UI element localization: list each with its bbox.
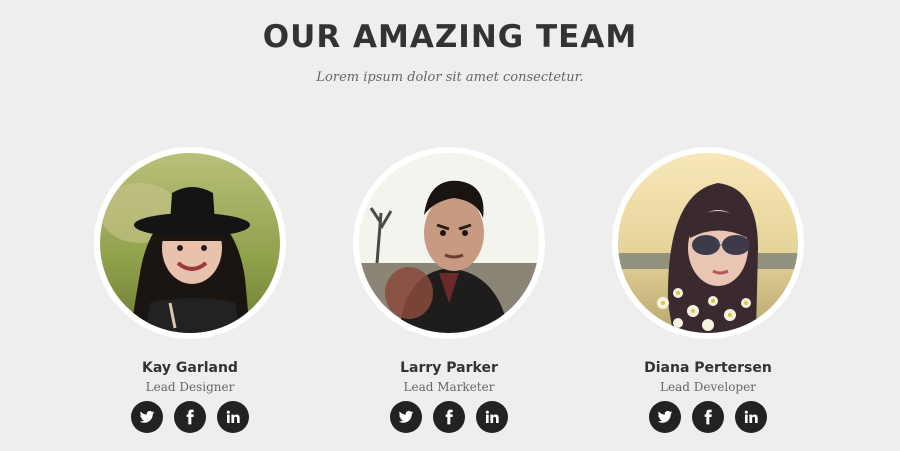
portrait-woman-black-hat-icon bbox=[100, 153, 280, 333]
facebook-button[interactable] bbox=[433, 401, 465, 433]
social-links bbox=[390, 401, 508, 433]
section-subtitle: Lorem ipsum dolor sit amet consectetur. bbox=[316, 70, 584, 85]
team-member-card: Larry Parker Lead Marketer bbox=[329, 147, 569, 433]
portrait-woman-sunglasses-flowers-icon bbox=[618, 153, 798, 333]
linkedin-button[interactable] bbox=[735, 401, 767, 433]
social-links bbox=[649, 401, 767, 433]
member-photo-kay-garland bbox=[94, 147, 286, 339]
member-role: Lead Developer bbox=[660, 380, 756, 394]
facebook-icon bbox=[445, 409, 453, 425]
twitter-button[interactable] bbox=[390, 401, 422, 433]
member-name: Diana Pertersen bbox=[644, 360, 772, 376]
member-name: Kay Garland bbox=[142, 360, 238, 376]
member-role: Lead Designer bbox=[145, 380, 235, 394]
facebook-icon bbox=[186, 409, 194, 425]
team-member-card: Diana Pertersen Lead Developer bbox=[588, 147, 828, 433]
portrait-man-leather-jacket-icon bbox=[359, 153, 539, 333]
facebook-button[interactable] bbox=[174, 401, 206, 433]
member-name: Larry Parker bbox=[400, 360, 498, 376]
facebook-icon bbox=[704, 409, 712, 425]
member-role: Lead Marketer bbox=[403, 380, 495, 394]
section-title: OUR AMAZING TEAM bbox=[262, 19, 638, 55]
linkedin-icon bbox=[485, 410, 499, 423]
twitter-button[interactable] bbox=[649, 401, 681, 433]
linkedin-button[interactable] bbox=[217, 401, 249, 433]
linkedin-icon bbox=[744, 410, 758, 423]
twitter-icon bbox=[398, 410, 414, 423]
member-photo-larry-parker bbox=[353, 147, 545, 339]
social-links bbox=[131, 401, 249, 433]
team-member-card: Kay Garland Lead Designer bbox=[70, 147, 310, 433]
twitter-icon bbox=[657, 410, 673, 423]
linkedin-button[interactable] bbox=[476, 401, 508, 433]
twitter-icon bbox=[139, 410, 155, 423]
linkedin-icon bbox=[226, 410, 240, 423]
twitter-button[interactable] bbox=[131, 401, 163, 433]
facebook-button[interactable] bbox=[692, 401, 724, 433]
member-photo-diana-pertersen bbox=[612, 147, 804, 339]
